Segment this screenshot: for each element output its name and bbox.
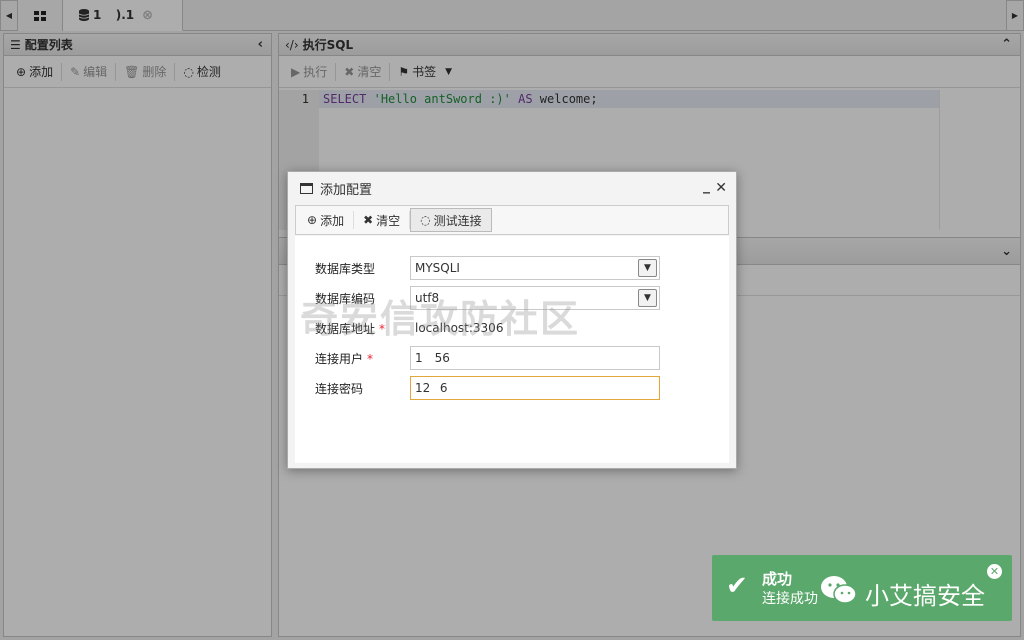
db-user-input[interactable]: 1 56 (410, 346, 660, 370)
db-type-value: MYSQLI (415, 261, 460, 275)
wechat-icon (821, 576, 857, 604)
dialog-clear-button[interactable]: ✖ 清空 (354, 208, 409, 232)
db-pass-row: 连接密码 12 6 (315, 376, 715, 400)
watermark: 奇安信攻防社区 (300, 297, 581, 341)
db-user-row: 连接用户 * 1 56 (315, 346, 715, 370)
db-type-row: 数据库类型 MYSQLI ▼ (315, 256, 715, 280)
toast-title: 成功 (762, 570, 793, 588)
plus-circle-icon: ⊕ (307, 213, 318, 227)
test-connection-label: 测试连接 (433, 213, 482, 228)
times-icon: ✖ (363, 213, 374, 227)
check-icon: ✔ (726, 571, 748, 601)
dialog-titlebar[interactable]: 添加配置 _ ✕ (288, 172, 736, 204)
db-type-select[interactable]: MYSQLI ▼ (410, 256, 660, 280)
db-pass-label: 连接密码 (315, 382, 364, 396)
toast-close-icon[interactable]: ✕ (987, 564, 1002, 579)
db-type-label: 数据库类型 (315, 262, 376, 276)
db-user-label: 连接用户 * (315, 350, 373, 367)
dialog-clear-label: 清空 (376, 213, 401, 228)
window-icon (300, 182, 313, 194)
minimize-icon[interactable]: _ (703, 178, 710, 194)
db-user-label-text: 连接用户 (315, 352, 364, 366)
spinner-icon: ◌ (420, 213, 431, 227)
dialog-toolbar: ⊕ 添加 ✖ 清空 ◌ 测试连接 (295, 205, 729, 235)
dialog-add-button[interactable]: ⊕ 添加 (298, 208, 353, 232)
required-marker: * (367, 352, 374, 366)
dialog-form: 数据库类型 MYSQLI ▼ 数据库编码 utf8 ▼ 数据库地址 * local… (295, 236, 729, 463)
success-toast: ✔ 成功 连接成功 小艾搞安全 ✕ (712, 555, 1012, 621)
db-user-value: 1 56 (415, 351, 450, 365)
chevron-down-icon[interactable]: ▼ (638, 289, 657, 307)
test-connection-button[interactable]: ◌ 测试连接 (410, 208, 492, 232)
brand-watermark: 小艾搞安全 (865, 582, 985, 610)
chevron-down-icon[interactable]: ▼ (638, 259, 657, 277)
toast-message: 连接成功 (762, 591, 818, 607)
dialog-title: 添加配置 (320, 182, 373, 198)
db-pass-input[interactable]: 12 6 (410, 376, 660, 400)
close-icon[interactable]: ✕ (715, 180, 727, 196)
db-pass-value: 12 6 (415, 381, 448, 395)
dialog-add-label: 添加 (320, 213, 345, 228)
